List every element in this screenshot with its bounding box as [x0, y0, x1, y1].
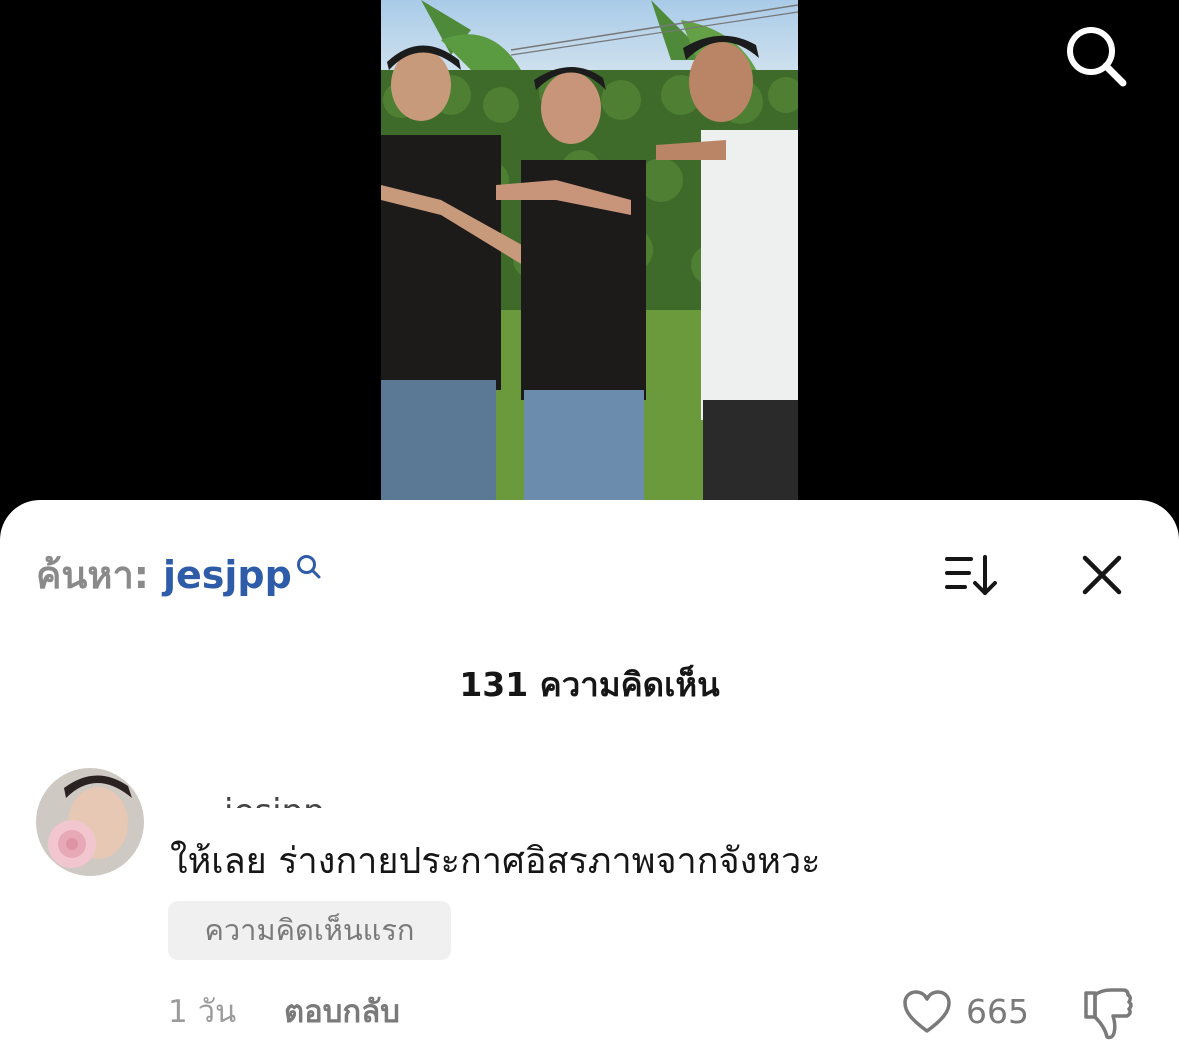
dislike-button[interactable] [1078, 985, 1136, 1043]
search-icon [1067, 27, 1127, 87]
avatar[interactable] [36, 768, 144, 876]
thumbs-down-icon [1084, 988, 1133, 1040]
sort-icon [945, 555, 997, 595]
close-button[interactable] [1072, 545, 1132, 605]
search-button[interactable] [1058, 18, 1134, 94]
video-area[interactable] [0, 0, 1179, 500]
comment-sheet: ค้นหา: jesjpp 131 ความคิดเห็น ให้เลย ร่า… [0, 500, 1179, 1050]
close-icon [1082, 555, 1122, 595]
video-frame[interactable] [381, 0, 798, 500]
like-button[interactable] [902, 987, 952, 1037]
search-suggestion[interactable]: ค้นหา: jesjpp [36, 550, 322, 600]
heart-icon [903, 990, 951, 1033]
comment-count-title: 131 ความคิดเห็น [459, 665, 720, 704]
search-prefix: ค้นหา: [36, 553, 149, 597]
first-comment-badge: ความคิดเห็นแรก [168, 901, 451, 960]
sort-button[interactable] [940, 550, 1002, 600]
search-query-link[interactable]: jesjpp [163, 550, 292, 600]
like-count: 665 [966, 992, 1029, 1031]
search-icon [296, 555, 321, 579]
comment-text: ให้เลย ร่างกายประกาศอิสรภาพจากจังหวะ [170, 841, 821, 882]
comment-username[interactable]: jesjpp [224, 790, 424, 808]
avatar-image [36, 768, 144, 876]
comment-time: 1 วัน [168, 994, 237, 1030]
video-thumbnail [381, 0, 798, 500]
reply-button[interactable]: ตอบกลับ [284, 990, 400, 1034]
